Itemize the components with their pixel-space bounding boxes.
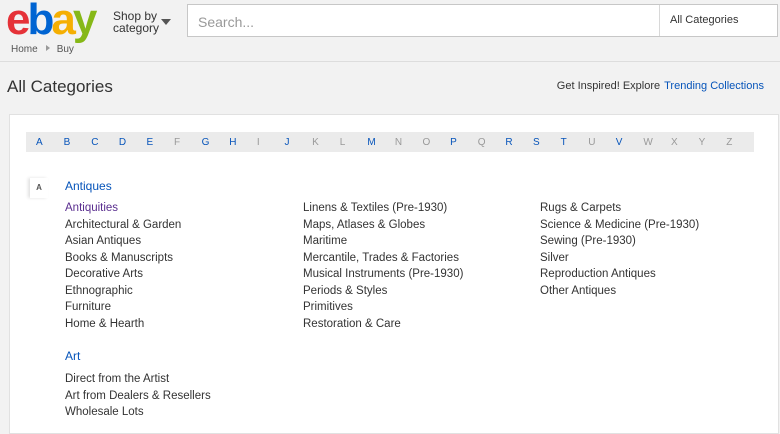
subcategory-link[interactable]: Sewing (Pre-1930) <box>540 233 699 250</box>
chevron-down-icon <box>161 19 171 25</box>
breadcrumb: Home Buy <box>11 44 74 55</box>
subcategory-link[interactable]: Maps, Atlases & Globes <box>303 217 463 234</box>
alpha-letter-m[interactable]: M <box>367 137 395 148</box>
logo-letter: b <box>27 0 54 44</box>
subcategory-link[interactable]: Linens & Textiles (Pre-1930) <box>303 200 463 217</box>
search-box: All Categories <box>187 4 778 37</box>
alphabet-nav: ABCDEF GHI JK L MN O PQ RSTU VW X Y Z <box>26 132 754 152</box>
chevron-right-icon <box>45 45 50 51</box>
inspire-text: Get Inspired! Explore <box>556 80 661 92</box>
alpha-letter-n: N <box>394 136 403 148</box>
alpha-letter-k: K <box>312 136 319 148</box>
alpha-letter-p[interactable]: P <box>450 137 478 148</box>
categories-panel: ABCDEFGHIJKLMNOPQRSTUVWXYZ A Antiques An… <box>9 114 779 434</box>
alpha-letter-t[interactable]: T <box>561 137 589 148</box>
subcategory-link[interactable]: Restoration & Care <box>303 316 463 333</box>
subcategory-link[interactable]: Reproduction Antiques <box>540 266 699 283</box>
divider <box>0 61 780 62</box>
art-column-1: Direct from the Artist Art from Dealers &… <box>65 371 211 421</box>
alpha-letter-y: Y <box>698 136 706 148</box>
antiques-column-2: Linens & Textiles (Pre-1930) Maps, Atlase… <box>303 200 463 332</box>
subcategory-link[interactable]: Decorative Arts <box>65 266 181 283</box>
logo-letter: y <box>72 0 98 44</box>
alpha-letter-g[interactable]: G <box>202 137 230 148</box>
alpha-letter-q: Q <box>477 136 486 148</box>
subcategory-link[interactable]: Rugs & Carpets <box>540 200 699 217</box>
trending-collections-link[interactable]: Trending Collections <box>664 80 764 92</box>
logo-letter: e <box>6 0 31 44</box>
alpha-letter-w: W <box>643 136 653 148</box>
alpha-letter-z: Z <box>726 136 733 148</box>
subcategory-link[interactable]: Art from Dealers & Resellers <box>65 388 211 405</box>
category-label: category <box>113 21 160 35</box>
alpha-letter-x: X <box>671 136 678 148</box>
alpha-letter-a[interactable]: A <box>36 137 64 148</box>
alpha-letter-u: U <box>588 136 596 148</box>
alpha-letter-e[interactable]: E <box>146 137 174 148</box>
subcategory-link[interactable]: Other Antiques <box>540 283 699 300</box>
alpha-letter-s[interactable]: S <box>533 137 561 148</box>
category-heading-antiques[interactable]: Antiques <box>65 179 112 193</box>
subcategory-link[interactable]: Wholesale Lots <box>65 404 211 421</box>
subcategory-link[interactable]: Musical Instruments (Pre-1930) <box>303 266 463 283</box>
subcategory-link[interactable]: Books & Manuscripts <box>65 250 181 267</box>
subcategory-link[interactable]: Home & Hearth <box>65 316 181 333</box>
alpha-letter-i: I <box>256 136 260 148</box>
alpha-letter-r[interactable]: R <box>505 137 533 148</box>
antiques-column-1: Antiquities Architectural & Garden Asian A… <box>65 200 181 332</box>
alpha-letter-j[interactable]: J <box>284 137 312 148</box>
alpha-letter-c[interactable]: C <box>91 137 119 148</box>
alpha-letter-h[interactable]: H <box>229 137 257 148</box>
breadcrumb-buy[interactable]: Buy <box>57 44 74 55</box>
subcategory-link[interactable]: Furniture <box>65 299 181 316</box>
alpha-letter-d[interactable]: D <box>119 137 147 148</box>
alpha-letter-o: O <box>422 136 431 148</box>
subcategory-link[interactable]: Architectural & Garden <box>65 217 181 234</box>
alpha-letter-b[interactable]: B <box>64 137 92 148</box>
breadcrumb-home[interactable]: Home <box>11 44 38 55</box>
shop-by-category-button[interactable]: Shop by category <box>113 10 171 35</box>
subcategory-link[interactable]: Science & Medicine (Pre-1930) <box>540 217 699 234</box>
subcategory-link[interactable]: Ethnographic <box>65 283 181 300</box>
section-letter-badge: A <box>30 178 48 198</box>
category-heading-art[interactable]: Art <box>65 349 80 363</box>
alpha-letter-f: F <box>174 136 181 148</box>
antiques-column-3: Rugs & Carpets Science & Medicine (Pre-19… <box>540 200 699 299</box>
subcategory-link[interactable]: Mercantile, Trades & Factories <box>303 250 463 267</box>
category-select[interactable]: All Categories <box>659 5 779 36</box>
logo-letter: a <box>51 0 76 44</box>
subcategory-link[interactable]: Maritime <box>303 233 463 250</box>
subcategory-link[interactable]: Silver <box>540 250 699 267</box>
alpha-letter-l: L <box>339 136 346 148</box>
page-title: All Categories <box>7 77 113 96</box>
subcategory-link[interactable]: Antiquities <box>65 200 181 217</box>
ebay-logo[interactable]: ebay <box>6 0 98 44</box>
subcategory-link[interactable]: Direct from the Artist <box>65 371 211 388</box>
header: ebay Shop by category All Categories Hom… <box>0 0 780 62</box>
inspire-banner: Get Inspired! Explore Trending Collection… <box>557 80 764 92</box>
subcategory-link[interactable]: Periods & Styles <box>303 283 463 300</box>
subcategory-link[interactable]: Asian Antiques <box>65 233 181 250</box>
alpha-letter-v[interactable]: V <box>616 137 644 148</box>
subcategory-link[interactable]: Primitives <box>303 299 463 316</box>
search-input[interactable] <box>196 11 640 33</box>
